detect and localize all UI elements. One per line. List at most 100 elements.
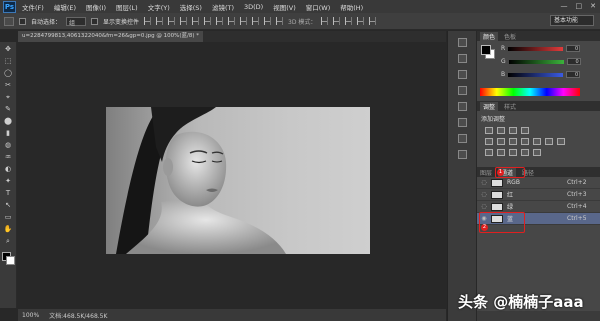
menu-select[interactable]: 选择(S) xyxy=(180,2,202,12)
eyedropper-tool-icon[interactable]: ⌖ xyxy=(3,93,14,102)
document-tab[interactable]: u=2284799813,406132204​0&fm=26&gp=0.jpg … xyxy=(18,31,204,42)
paragraph-panel-icon[interactable] xyxy=(457,118,467,127)
lasso-tool-icon[interactable]: ◯ xyxy=(3,69,14,78)
workspace-dropdown[interactable]: 基本功能 xyxy=(550,15,594,26)
menu-image[interactable]: 图像(I) xyxy=(86,2,106,12)
character-panel-icon[interactable] xyxy=(457,102,467,111)
info-panel-icon[interactable] xyxy=(457,70,467,79)
color-balance-icon[interactable] xyxy=(509,138,517,145)
marquee-tool-icon[interactable]: ⬚ xyxy=(3,57,14,66)
brush-panel-icon[interactable] xyxy=(457,86,467,95)
green-slider[interactable] xyxy=(508,59,564,64)
distribute-vcenter-icon[interactable] xyxy=(228,17,236,25)
tab-color[interactable]: 颜色 xyxy=(480,31,499,41)
zoom-tool-icon[interactable]: ⌕ xyxy=(3,237,14,246)
blue-value-field[interactable]: 0 xyxy=(566,71,581,78)
align-left-icon[interactable] xyxy=(180,17,188,25)
gradient-map-icon[interactable] xyxy=(533,149,541,156)
visibility-eye-icon[interactable]: ◌ xyxy=(480,203,488,210)
auto-select-checkbox[interactable] xyxy=(19,17,26,25)
pen-tool-icon[interactable]: ✦ xyxy=(3,177,14,186)
tab-swatches[interactable]: 色板 xyxy=(504,32,516,41)
channel-mixer-icon[interactable] xyxy=(545,138,553,145)
invert-icon[interactable] xyxy=(485,149,493,156)
history-panel-icon[interactable] xyxy=(457,38,467,47)
menu-view[interactable]: 视图(V) xyxy=(273,2,296,12)
align-hcenter-icon[interactable] xyxy=(192,17,200,25)
visibility-eye-icon[interactable]: ◌ xyxy=(480,179,488,186)
crop-tool-icon[interactable]: ✂ xyxy=(3,81,14,90)
align-top-icon[interactable] xyxy=(144,17,152,25)
healing-tool-icon[interactable]: ✎ xyxy=(3,105,14,114)
posterize-icon[interactable] xyxy=(497,149,505,156)
navigator-panel-icon[interactable] xyxy=(457,150,467,159)
distribute-top-icon[interactable] xyxy=(216,17,224,25)
selective-color-icon[interactable] xyxy=(521,149,529,156)
menu-3d[interactable]: 3D(D) xyxy=(244,3,263,11)
black-white-icon[interactable] xyxy=(521,138,529,145)
stamp-tool-icon[interactable]: ▮ xyxy=(3,129,14,138)
align-right-icon[interactable] xyxy=(204,17,212,25)
curves-icon[interactable] xyxy=(509,127,517,134)
brightness-contrast-icon[interactable] xyxy=(485,127,493,134)
foreground-color-chip[interactable] xyxy=(481,45,491,55)
visibility-eye-icon[interactable]: ◌ xyxy=(480,191,488,198)
exposure-icon[interactable] xyxy=(521,127,529,134)
distribute-bottom-icon[interactable] xyxy=(240,17,248,25)
red-slider[interactable] xyxy=(508,46,564,51)
menu-edit[interactable]: 编辑(E) xyxy=(54,2,76,12)
scale-3d-icon[interactable] xyxy=(369,17,377,25)
color-spectrum-bar[interactable] xyxy=(480,88,580,96)
path-select-tool-icon[interactable]: ↖ xyxy=(3,201,14,210)
eraser-tool-icon[interactable]: ♒ xyxy=(3,153,14,162)
pan-3d-icon[interactable] xyxy=(345,17,353,25)
distribute-hcenter-icon[interactable] xyxy=(264,17,272,25)
actions-panel-icon[interactable] xyxy=(457,134,467,143)
minimize-button[interactable]: — xyxy=(561,2,568,10)
move-tool-icon[interactable]: ✥ xyxy=(3,45,14,54)
history-brush-tool-icon[interactable]: ◍ xyxy=(3,141,14,150)
channel-row-red[interactable]: ◌ 红 Ctrl+3 xyxy=(477,189,600,201)
tab-styles[interactable]: 样式 xyxy=(504,102,516,111)
align-vcenter-icon[interactable] xyxy=(156,17,164,25)
menu-type[interactable]: 文字(Y) xyxy=(148,2,170,12)
rotate-3d-icon[interactable] xyxy=(321,17,329,25)
threshold-icon[interactable] xyxy=(509,149,517,156)
slide-3d-icon[interactable] xyxy=(357,17,365,25)
shape-tool-icon[interactable]: ▭ xyxy=(3,213,14,222)
blue-slider[interactable] xyxy=(508,72,564,77)
show-transform-checkbox[interactable] xyxy=(91,17,99,25)
photo-filter-icon[interactable] xyxy=(533,138,541,145)
close-button[interactable]: ✕ xyxy=(590,2,596,10)
menu-filter[interactable]: 滤镜(T) xyxy=(212,2,234,12)
hue-saturation-icon[interactable] xyxy=(497,138,505,145)
menu-file[interactable]: 文件(F) xyxy=(22,2,44,12)
red-value-field[interactable]: 0 xyxy=(566,45,581,52)
maximize-button[interactable]: □ xyxy=(576,2,583,10)
roll-3d-icon[interactable] xyxy=(333,17,341,25)
distribute-right-icon[interactable] xyxy=(276,17,284,25)
background-color-swatch[interactable] xyxy=(6,256,15,265)
vibrance-icon[interactable] xyxy=(485,138,493,145)
green-value-field[interactable]: 0 xyxy=(566,58,581,65)
levels-icon[interactable] xyxy=(497,127,505,134)
blur-tool-icon[interactable]: ◐ xyxy=(3,165,14,174)
color-lookup-icon[interactable] xyxy=(557,138,565,145)
tab-adjustments[interactable]: 调整 xyxy=(480,101,499,111)
hand-tool-icon[interactable]: ✋ xyxy=(3,225,14,234)
menu-help[interactable]: 帮助(H) xyxy=(340,2,363,12)
channel-name: 绿 xyxy=(507,204,514,211)
photoshop-logo: Ps xyxy=(3,0,16,13)
menu-layer[interactable]: 图层(L) xyxy=(116,2,138,12)
move-tool-icon[interactable] xyxy=(4,16,14,26)
align-bottom-icon[interactable] xyxy=(168,17,176,25)
menu-window[interactable]: 窗口(W) xyxy=(306,2,331,12)
brush-tool-icon[interactable]: ⬤ xyxy=(3,117,14,126)
type-tool-icon[interactable]: T xyxy=(3,189,14,198)
properties-panel-icon[interactable] xyxy=(457,54,467,63)
zoom-level[interactable]: 100% xyxy=(22,312,39,319)
tab-layers[interactable]: 图层 xyxy=(480,168,492,177)
distribute-left-icon[interactable] xyxy=(252,17,260,25)
auto-select-dropdown[interactable]: 组 xyxy=(66,16,87,27)
channel-row-rgb[interactable]: ◌ RGB Ctrl+2 xyxy=(477,177,600,189)
